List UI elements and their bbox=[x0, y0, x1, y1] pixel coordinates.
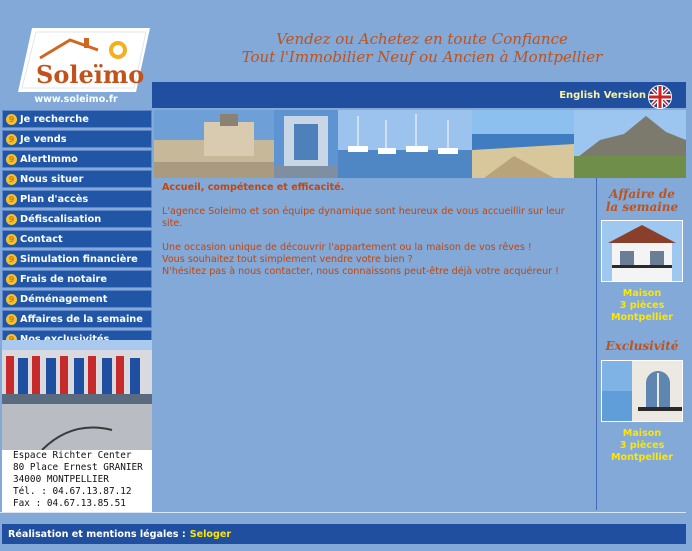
logo-bullet-icon: 9 bbox=[6, 113, 17, 125]
menu-item-label: Affaires de la semaine bbox=[20, 313, 143, 325]
english-version-link[interactable]: English Version bbox=[559, 90, 646, 101]
menu-item-label: Je vends bbox=[20, 133, 67, 145]
main-menu: 9 Je recherche 9 Je vends 9 AlertImmo 9 Nous… bbox=[2, 110, 152, 350]
address-line: Espace Richter Center bbox=[13, 450, 132, 461]
logo-bullet-icon: 9 bbox=[6, 153, 17, 165]
slogan-line-2: Tout l'Immobilier Neuf ou Ancien à Montp… bbox=[241, 48, 603, 66]
affaire-heading-line: la semaine bbox=[605, 200, 679, 214]
soleimo-logo[interactable]: Soleïmo bbox=[18, 28, 150, 92]
affaire-semaine-photo[interactable] bbox=[601, 220, 683, 282]
address-line: 34000 MONTPELLIER bbox=[13, 474, 109, 485]
affaire-semaine-caption[interactable]: Maison 3 pièces Montpellier bbox=[597, 288, 687, 324]
menu-item-frais-de-notaire[interactable]: 9 Frais de notaire bbox=[2, 270, 152, 288]
logo-bullet-icon: 9 bbox=[6, 173, 17, 185]
agency-address: Espace Richter Center 80 Place Ernest GR… bbox=[2, 450, 152, 512]
slogan: Vendez ou Achetez en toute Confiance Tou… bbox=[152, 30, 692, 66]
content-line: Vous souhaitez tout simplement vendre vo… bbox=[162, 254, 413, 265]
menu-item-label: Contact bbox=[20, 233, 63, 245]
property-city: Montpellier bbox=[610, 312, 674, 323]
phone-number: Tél. : 04.67.13.87.12 bbox=[13, 486, 132, 497]
menu-item-alertimmo[interactable]: 9 AlertImmo bbox=[2, 150, 152, 168]
welcome-text: Accueil, compétence et efficacité. L'age… bbox=[154, 178, 594, 294]
logo-bullet-icon: 9 bbox=[6, 253, 17, 265]
logo-bullet-icon: 9 bbox=[6, 313, 17, 325]
exclusivite-caption[interactable]: Maison 3 pièces Montpellier bbox=[597, 428, 687, 464]
menu-item-label: Déménagement bbox=[20, 293, 108, 305]
logo-bullet-icon: 9 bbox=[6, 233, 17, 245]
menu-item-label: Plan d'accès bbox=[20, 193, 89, 205]
footer: Réalisation et mentions légales : Seloge… bbox=[2, 524, 686, 544]
property-type: Maison bbox=[622, 428, 662, 439]
menu-item-je-vends[interactable]: 9 Je vends bbox=[2, 130, 152, 148]
content-line: N'hésitez pas à nous contacter, nous con… bbox=[162, 266, 560, 277]
uk-flag-icon[interactable] bbox=[648, 85, 672, 109]
menu-item-label: AlertImmo bbox=[20, 153, 78, 165]
right-column: Affaire de la semaine Maison 3 pièces Mo… bbox=[596, 178, 687, 510]
property-type: Maison bbox=[622, 288, 662, 299]
site-url[interactable]: www.soleimo.fr bbox=[0, 94, 152, 105]
content-title: Accueil, compétence et efficacité. bbox=[162, 182, 345, 193]
menu-item-label: Je recherche bbox=[20, 113, 89, 125]
logo-bullet-icon: 9 bbox=[6, 133, 17, 145]
footer-divider bbox=[0, 512, 686, 513]
logo-bullet-icon: 9 bbox=[6, 193, 17, 205]
menu-item-demenagement[interactable]: 9 Déménagement bbox=[2, 290, 152, 308]
menu-item-simulation-financiere[interactable]: 9 Simulation financière bbox=[2, 250, 152, 268]
content-line: Une occasion unique de découvrir l'appar… bbox=[162, 242, 532, 253]
logo-bullet-icon: 9 bbox=[6, 273, 17, 285]
menu-item-je-recherche[interactable]: 9 Je recherche bbox=[2, 110, 152, 128]
agency-building-photo bbox=[2, 340, 152, 451]
logo-wordmark: Soleïmo bbox=[36, 60, 145, 89]
exclusivite-photo[interactable] bbox=[601, 360, 683, 422]
property-rooms: 3 pièces bbox=[619, 300, 665, 311]
footer-label: Réalisation et mentions légales : bbox=[8, 528, 186, 540]
menu-item-label: Frais de notaire bbox=[20, 273, 108, 285]
content-paragraph: L'agence Soleimo et son équipe dynamique… bbox=[162, 206, 565, 229]
exclusivite-heading: Exclusivité bbox=[605, 339, 679, 353]
montpellier-photo-banner bbox=[154, 110, 686, 178]
menu-item-label: Défiscalisation bbox=[20, 213, 102, 225]
logo-bullet-icon: 9 bbox=[6, 213, 17, 225]
seloger-link[interactable]: Seloger bbox=[190, 529, 231, 540]
main-content: Accueil, compétence et efficacité. L'age… bbox=[154, 178, 594, 510]
menu-item-label: Simulation financière bbox=[20, 253, 138, 265]
menu-item-label: Nous situer bbox=[20, 173, 84, 185]
address-line: 80 Place Ernest GRANIER bbox=[13, 462, 143, 473]
menu-item-defiscalisation[interactable]: 9 Défiscalisation bbox=[2, 210, 152, 228]
menu-item-nous-situer[interactable]: 9 Nous situer bbox=[2, 170, 152, 188]
affaire-semaine-heading: Affaire de la semaine bbox=[597, 188, 687, 214]
menu-item-contact[interactable]: 9 Contact bbox=[2, 230, 152, 248]
logo-bullet-icon: 9 bbox=[6, 293, 17, 305]
slogan-line-1: Vendez ou Achetez en toute Confiance bbox=[276, 30, 568, 48]
top-bar: English Version bbox=[152, 82, 686, 109]
menu-item-affaires-de-la-semaine[interactable]: 9 Affaires de la semaine bbox=[2, 310, 152, 328]
property-rooms: 3 pièces bbox=[619, 440, 665, 451]
content-paragraph: Une occasion unique de découvrir l'appar… bbox=[162, 242, 586, 278]
property-city: Montpellier bbox=[610, 452, 674, 463]
fax-number: Fax : 04.67.13.85.51 bbox=[13, 498, 126, 509]
menu-item-plan-acces[interactable]: 9 Plan d'accès bbox=[2, 190, 152, 208]
